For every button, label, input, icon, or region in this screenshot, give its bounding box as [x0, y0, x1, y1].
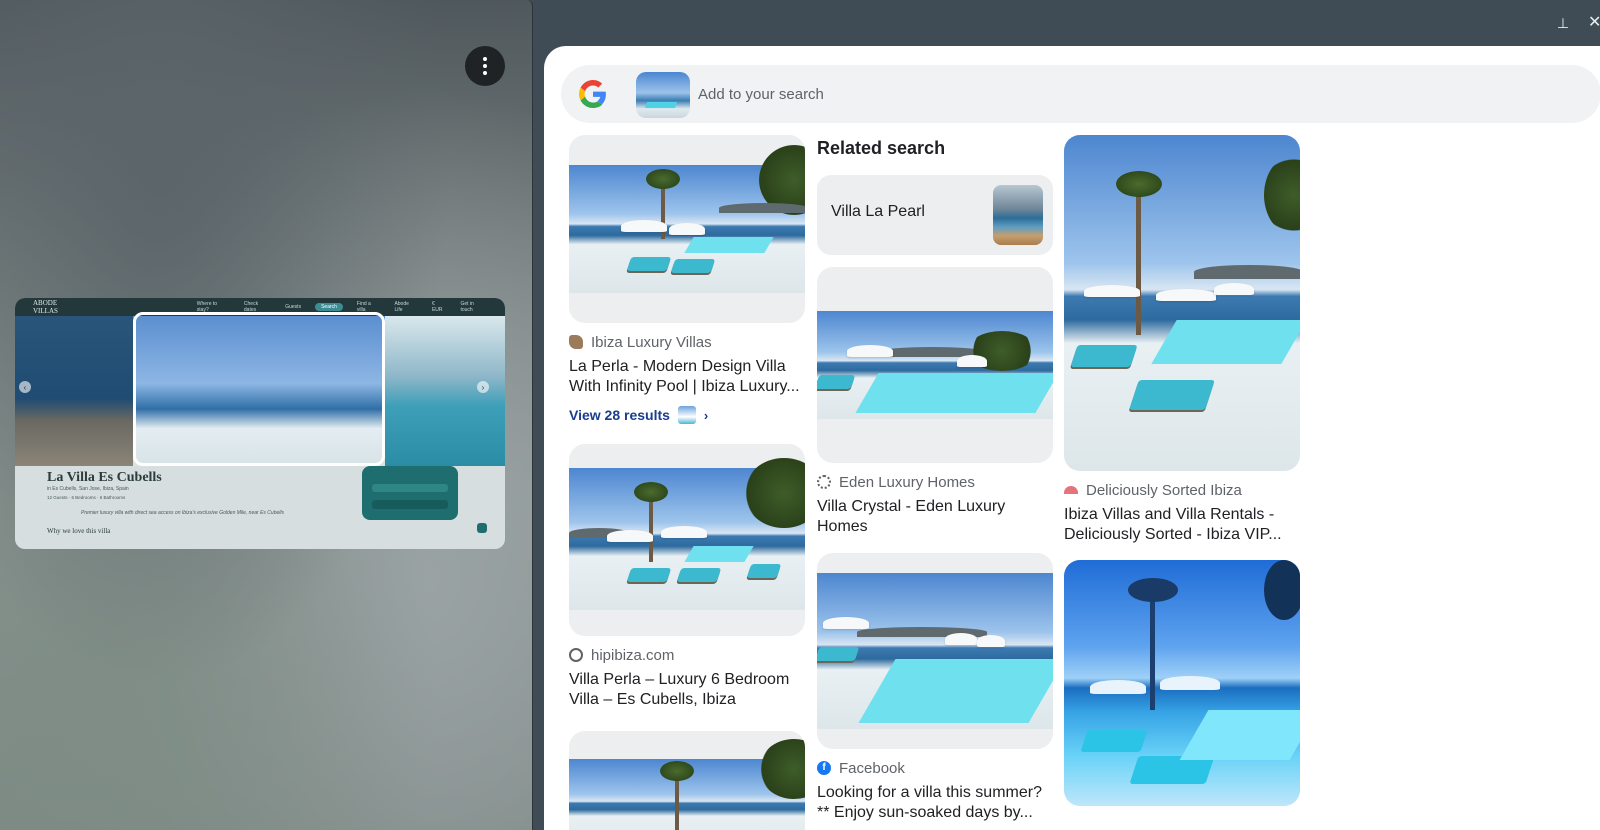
captured-location: in Es Cubells, San Jose, Ibiza, Spain: [47, 486, 129, 492]
result-card[interactable]: Deliciously Sorted Ibiza Ibiza Villas an…: [1064, 135, 1300, 545]
lens-results-panel: Ibiza Luxury Villas La Perla - Modern De…: [544, 46, 1600, 830]
related-search-chip[interactable]: Villa La Pearl: [817, 175, 1053, 255]
captured-meta: 12 Guests · 6 Bedrooms · 6 Bathrooms: [47, 495, 126, 500]
result-source: f Facebook: [817, 759, 1053, 777]
more-options-button[interactable]: [465, 46, 505, 86]
result-source: Ibiza Luxury Villas: [569, 333, 805, 351]
result-card[interactable]: Eden Luxury Homes Villa Crystal - Eden L…: [817, 267, 1053, 537]
captured-description: Premier luxury villa with direct sea acc…: [81, 510, 284, 516]
captured-booking-box: [362, 466, 458, 520]
facebook-icon: f: [817, 761, 831, 775]
site-favicon-icon: [817, 475, 831, 489]
captured-site-logo: ABODE VILLAS: [33, 299, 58, 315]
related-search-thumbnail: [993, 185, 1043, 245]
result-title[interactable]: Villa Perla – Luxury 6 Bedroom Villa – E…: [569, 670, 805, 710]
result-source: hipibiza.com: [569, 646, 805, 664]
result-image[interactable]: [817, 553, 1053, 749]
captured-why-heading: Why we love this villa: [47, 527, 111, 535]
selection-crop-box[interactable]: [133, 312, 385, 466]
result-title[interactable]: Looking for a villa this summer? ** Enjo…: [817, 783, 1053, 823]
result-title[interactable]: Ibiza Villas and Villa Rentals - Delicio…: [1064, 505, 1300, 545]
chat-icon: [477, 523, 487, 533]
search-bar[interactable]: [561, 65, 1600, 123]
result-image[interactable]: [569, 731, 805, 830]
captured-page: ABODE VILLAS Where to stay? Check dates …: [15, 298, 505, 549]
chevron-right-icon: ›: [703, 407, 709, 423]
view-results-link[interactable]: View 28 results ›: [569, 405, 805, 425]
chevron-right-icon: ›: [477, 381, 489, 393]
result-source: Eden Luxury Homes: [817, 473, 1053, 491]
result-image[interactable]: [817, 267, 1053, 463]
search-input[interactable]: [698, 65, 1298, 123]
site-favicon-icon: [569, 335, 583, 349]
query-image-thumbnail[interactable]: [636, 72, 690, 118]
result-title[interactable]: Villa Crystal - Eden Luxury Homes: [817, 497, 1053, 537]
result-image[interactable]: [1064, 560, 1300, 806]
result-card[interactable]: [569, 731, 805, 830]
google-logo-icon: [579, 80, 606, 108]
close-icon[interactable]: ✕: [1588, 14, 1600, 32]
results-thumbnail: [677, 406, 696, 424]
captured-villa-title: La Villa Es Cubells: [47, 470, 162, 485]
result-card[interactable]: hipibiza.com Villa Perla – Luxury 6 Bedr…: [569, 444, 805, 710]
result-image[interactable]: [569, 444, 805, 636]
result-card[interactable]: [1064, 560, 1300, 806]
more-vert-icon: [483, 57, 487, 61]
result-title[interactable]: La Perla - Modern Design Villa With Infi…: [569, 357, 805, 397]
result-card[interactable]: f Facebook Looking for a villa this summ…: [817, 553, 1053, 823]
globe-icon: [569, 648, 583, 662]
related-search-heading: Related search: [817, 138, 946, 158]
pin-icon[interactable]: ⊥: [1554, 14, 1572, 32]
chevron-left-icon: ‹: [19, 381, 31, 393]
result-image[interactable]: [1064, 135, 1300, 471]
screenshot-pane: ABODE VILLAS Where to stay? Check dates …: [0, 0, 533, 830]
result-card[interactable]: Ibiza Luxury Villas La Perla - Modern De…: [569, 135, 805, 425]
result-source: Deliciously Sorted Ibiza: [1064, 481, 1300, 499]
result-image[interactable]: [569, 135, 805, 323]
site-favicon-icon: [1064, 486, 1078, 494]
